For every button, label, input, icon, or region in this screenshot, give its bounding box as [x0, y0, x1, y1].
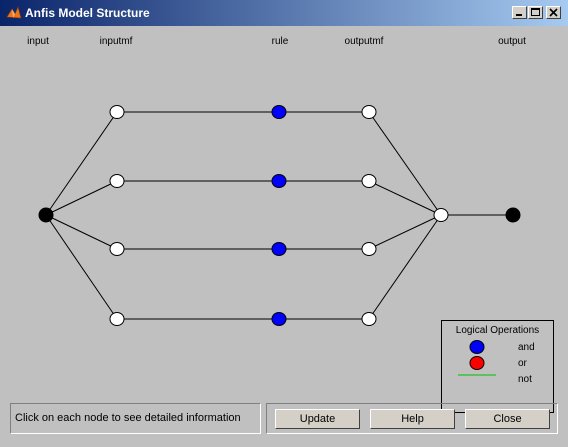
connection-line	[368, 180, 442, 216]
inputmf-node[interactable]	[109, 242, 125, 256]
outputmf-node[interactable]	[361, 312, 377, 326]
legend-title: Logical Operations	[455, 325, 540, 336]
connection-line	[45, 214, 118, 320]
inputmf-node[interactable]	[109, 105, 125, 119]
legend-label-or: or	[518, 358, 527, 369]
column-label-outputmf: outputmf	[345, 36, 384, 47]
rule-node[interactable]	[271, 105, 287, 119]
update-button[interactable]: Update	[275, 409, 360, 429]
status-text: Click on each node to see detailed infor…	[15, 412, 241, 424]
input-node[interactable]	[38, 207, 54, 223]
minimize-button[interactable]	[512, 6, 527, 19]
minimize-icon	[516, 14, 522, 16]
inputmf-node[interactable]	[109, 174, 125, 188]
column-label-rule: rule	[272, 36, 289, 47]
anfis-window: Anfis Model Structure input inputmf rule…	[0, 0, 568, 447]
rule-node[interactable]	[271, 242, 287, 256]
close-button[interactable]: Close	[465, 409, 550, 429]
close-window-button[interactable]	[546, 6, 561, 19]
or-swatch-icon	[469, 356, 485, 370]
and-swatch-icon	[469, 340, 485, 354]
structure-canvas: input inputmf rule outputmf output Logic…	[0, 26, 568, 447]
not-swatch-icon	[458, 374, 496, 376]
connection-line	[368, 214, 442, 320]
outputmf-node[interactable]	[361, 174, 377, 188]
status-panel: Click on each node to see detailed infor…	[10, 403, 261, 434]
connection-line	[45, 180, 118, 216]
column-label-output: output	[498, 36, 526, 47]
column-label-input: input	[27, 36, 49, 47]
button-panel: Update Help Close	[266, 403, 558, 434]
help-button[interactable]: Help	[370, 409, 455, 429]
connection-line	[45, 111, 118, 216]
close-icon	[549, 8, 558, 17]
window-title: Anfis Model Structure	[25, 6, 150, 20]
column-label-inputmf: inputmf	[100, 36, 133, 47]
sum-node[interactable]	[433, 208, 449, 222]
inputmf-node[interactable]	[109, 312, 125, 326]
connection-line	[368, 111, 442, 216]
logical-operations-legend: Logical Operations and or not	[441, 320, 554, 413]
legend-label-and: and	[518, 342, 535, 353]
connection-line	[368, 214, 442, 250]
matlab-icon[interactable]	[6, 5, 22, 21]
rule-node[interactable]	[271, 174, 287, 188]
rule-node[interactable]	[271, 312, 287, 326]
output-node[interactable]	[505, 207, 521, 223]
maximize-icon	[531, 8, 540, 16]
connection-line	[45, 214, 118, 250]
maximize-button[interactable]	[528, 6, 543, 19]
title-bar[interactable]: Anfis Model Structure	[0, 0, 568, 26]
legend-label-not: not	[518, 374, 532, 385]
outputmf-node[interactable]	[361, 242, 377, 256]
outputmf-node[interactable]	[361, 105, 377, 119]
